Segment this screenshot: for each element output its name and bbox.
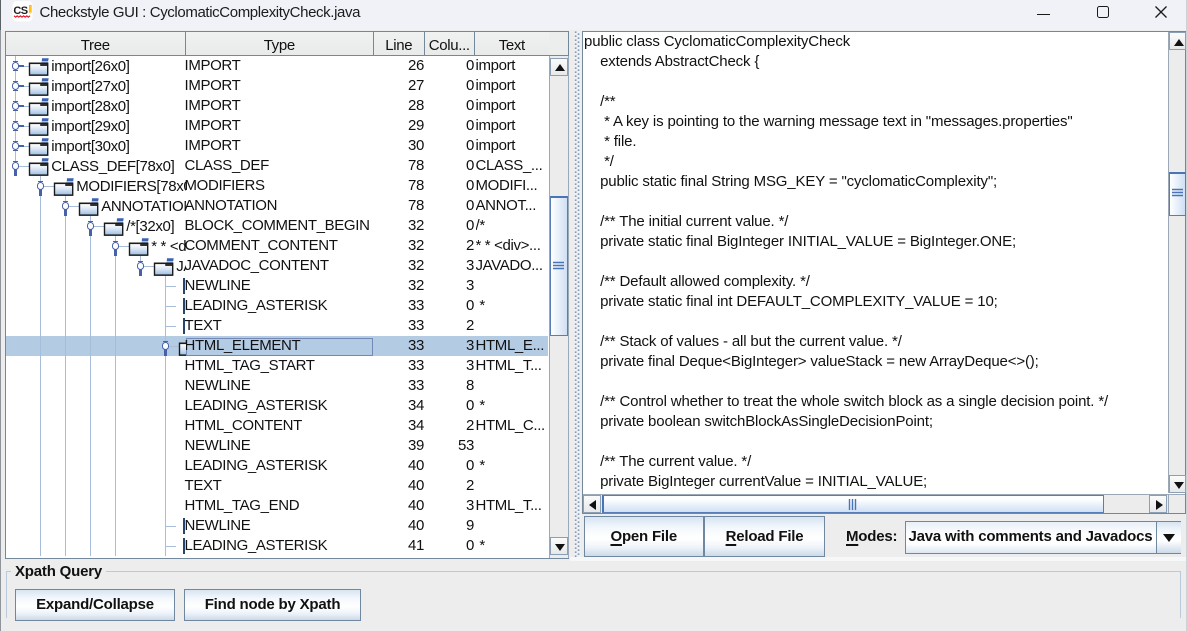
svg-text:CS: CS <box>13 5 27 17</box>
